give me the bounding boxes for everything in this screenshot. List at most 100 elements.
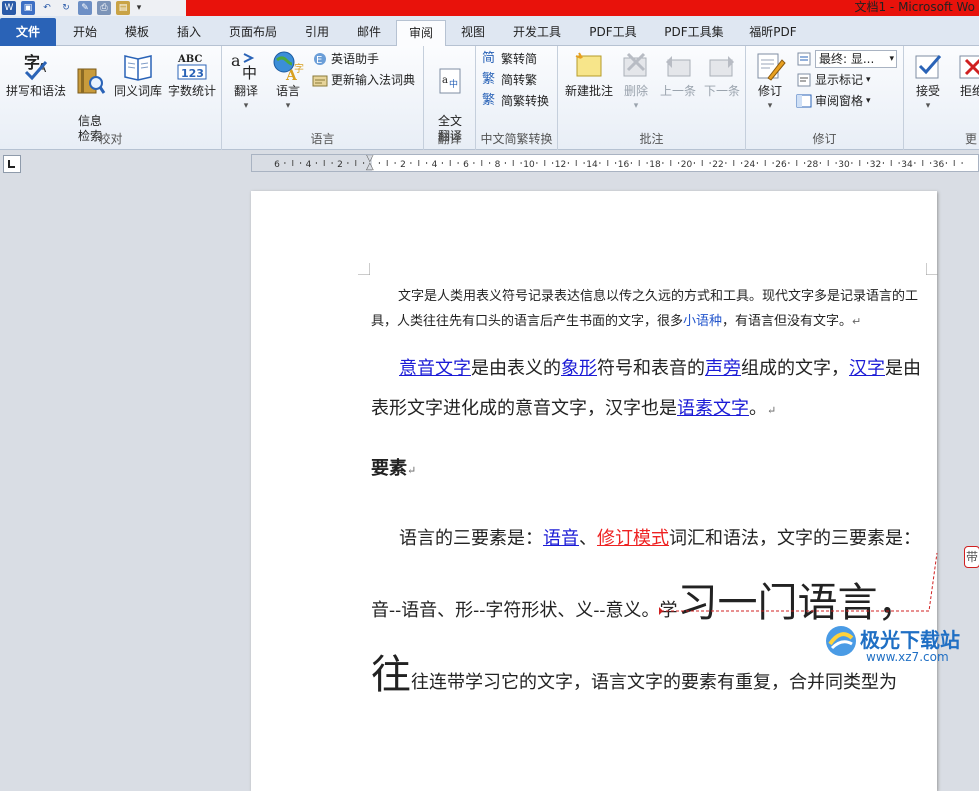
ruler-tick-label: 10 [523,160,535,170]
prev-comment-button[interactable]: 上一条 [656,50,700,99]
quick-print-icon[interactable]: ⎙ [97,1,111,15]
paragraph-mark: ↵ [407,464,417,477]
spelling-grammar-button[interactable]: 字 A 拼写和语法 [2,50,70,99]
tab-view[interactable]: 视图 [448,20,498,46]
paragraph-1[interactable]: 文字是人类用表义符号记录表达信息以传之久远的方式和工具。现代文字多是记录语言的工… [371,284,927,334]
next-comment-button[interactable]: 下一条 [700,50,744,99]
heading-text: 要素 [371,458,407,479]
para2-text-5: 。 [749,398,767,419]
redo-icon[interactable]: ↻ [59,1,73,15]
group-tracking: 修订 ▾ 最终: 显... ▾ 显示标记 ▾ 审阅窗格 ▾ 修订 [746,46,904,150]
link-xiangxing[interactable]: 象形 [561,358,597,379]
reject-button[interactable]: 拒绝 [952,50,979,99]
ruler-tick-label: 20 [681,160,693,170]
link-yiyin-wenzi[interactable]: 意音文字 [399,358,471,379]
word-count-button[interactable]: ABC 123 字数统计 [164,50,220,99]
print-preview-icon[interactable]: ✎ [78,1,92,15]
para4-separator: 、 [579,528,597,549]
accept-label: 接受 [915,84,940,98]
simp-to-trad-button[interactable]: 繁 简转繁 [482,70,537,90]
link-yusu-wenzi[interactable]: 语素文字 [677,398,749,419]
tab-foxit-pdf[interactable]: 福昕PDF [738,20,808,46]
margin-corner-tl [358,263,370,275]
chinese-convert-button[interactable]: 繁 简繁转换 [482,91,549,111]
link-yuyin[interactable]: 语音 [543,528,579,549]
tab-review[interactable]: 审阅 [396,20,446,47]
track-changes-icon [757,53,786,81]
accept-icon [915,55,942,79]
group-changes: 接受 ▾ 拒绝 更 [904,46,979,150]
language-label: 语言 [275,84,300,98]
comment-balloon-text: 带 [965,550,978,564]
tab-templates[interactable]: 模板 [112,20,162,46]
display-review-select[interactable]: 最终: 显... ▾ [815,50,897,68]
link-hanzi[interactable]: 汉字 [849,358,885,379]
svg-text:E: E [316,55,322,66]
new-comment-button[interactable]: 新建批注 [562,50,616,99]
tab-selector[interactable] [3,155,21,173]
trad-to-simp-icon: 简 [482,51,496,66]
ruler-tick-label: 8 [495,160,501,170]
tab-insert[interactable]: 插入 [164,20,214,46]
ruler-ticks: 6 4 2 2 4 6 8 10 12 14 16 18 20 22 24 26 28 30 32 34 36 [274,160,963,170]
tab-developer[interactable]: 开发工具 [502,20,572,46]
simp-to-trad-label: 简转繁 [501,73,538,87]
paragraph-mark: ↵ [767,404,777,417]
title-bar: W ▣ ↶ ↻ ✎ ⎙ ▤ ▾ 文档1 - Microsoft Wo [0,0,979,16]
display-for-review-dropdown[interactable]: 最终: 显... ▾ [796,49,897,69]
svg-text:a: a [231,51,241,70]
tab-file[interactable]: 文件 [0,18,56,46]
update-ime-dict-button[interactable]: 更新输入法词典 [312,70,415,90]
link-shengpang[interactable]: 声旁 [705,358,741,379]
ruler-tick-label: 34 [901,160,913,170]
tab-pdf-toolset[interactable]: PDF工具集 [654,20,734,46]
show-markup-icon [797,73,811,87]
language-button[interactable]: A 字 语言 ▾ [268,50,308,114]
tab-mailings[interactable]: 邮件 [344,20,394,46]
group-label-chinese: 中文简繁转换 [480,132,553,146]
para4-text-1: 语言的三要素是： [399,528,543,549]
customize-qat-icon[interactable]: ▾ [135,1,143,15]
translate-button[interactable]: a 中 翻译 ▾ [226,50,266,114]
reviewing-pane-button[interactable]: 审阅窗格 ▾ [796,91,871,111]
accept-button[interactable]: 接受 ▾ [908,50,948,114]
comment-balloon[interactable]: 带 [964,546,979,568]
new-doc-icon[interactable]: ▤ [116,1,130,15]
tab-page-layout[interactable]: 页面布局 [218,20,288,46]
thesaurus-button[interactable]: 同义词库 [110,50,166,99]
horizontal-ruler[interactable]: 6 4 2 2 4 6 8 10 12 14 16 18 20 22 24 26 28 30 32 34 36 ▽ △ [251,154,979,172]
indent-marker-icon[interactable]: ▽ △ [366,155,374,171]
reviewing-pane-icon [796,94,812,108]
tab-references[interactable]: 引用 [292,20,342,46]
watermark-logo-icon [826,626,856,656]
show-markup-button[interactable]: 显示标记 ▾ [796,70,871,90]
svg-text:中: 中 [449,78,458,90]
chinese-convert-icon: 繁 [482,93,496,108]
english-assistant-button[interactable]: E 英语助手 [312,49,379,69]
track-changes-label: 修订 [757,84,782,98]
simp-to-trad-icon: 繁 [482,72,496,87]
tab-home[interactable]: 开始 [60,20,110,46]
trad-to-simp-button[interactable]: 简 繁转简 [482,49,537,69]
document-page[interactable]: 文字是人类用表义符号记录表达信息以传之久远的方式和工具。现代文字多是记录语言的工… [251,191,938,791]
margin-corner-tr [926,263,938,275]
left-tab-icon [8,160,15,168]
undo-icon[interactable]: ↶ [40,1,54,15]
heading-yaosu[interactable]: 要素↵ [371,454,416,480]
tab-pdf-tools[interactable]: PDF工具 [578,20,648,46]
track-changes-button[interactable]: 修订 ▾ [750,50,790,114]
word-app-icon[interactable]: W [2,1,16,15]
delete-comment-button[interactable]: 删除 ▾ [616,50,656,114]
reviewing-pane-label: 审阅窗格 [815,94,864,108]
display-review-icon [797,52,811,66]
translate-dropdown-icon: ▾ [243,101,249,111]
paragraph-2[interactable]: 意音文字是由表义的象形符号和表音的声旁组成的文字，汉字是由表形文字进化成的意音文… [371,349,927,431]
watermark-text: 极光下载站 [860,628,960,652]
ribbon-tabs: 文件 开始 模板 插入 页面布局 引用 邮件 审阅 视图 开发工具 PDF工具 … [0,16,979,47]
translate-icon: a 中 [231,51,257,82]
group-label-translate: 翻译 [437,132,462,146]
para1-link[interactable]: 小语种 [683,314,722,329]
save-icon[interactable]: ▣ [21,1,35,15]
new-comment-label: 新建批注 [564,84,613,98]
ruler-row: 6 4 2 2 4 6 8 10 12 14 16 18 20 22 24 26 28 30 32 34 36 ▽ △ [0,150,979,176]
